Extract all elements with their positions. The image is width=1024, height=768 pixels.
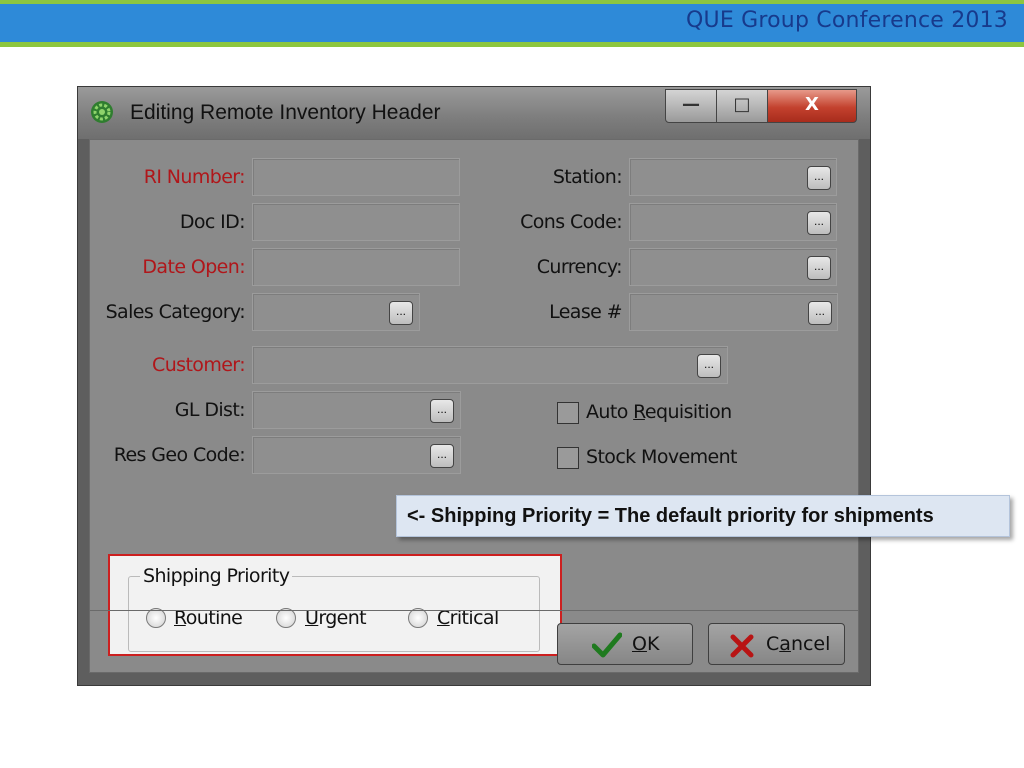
window-buttons: — □ X <box>665 89 857 125</box>
currency-field[interactable] <box>629 248 837 286</box>
stock-movement-checkbox[interactable] <box>557 447 579 469</box>
gl-dist-lookup-button[interactable]: ... <box>430 399 454 423</box>
auto-requisition-checkbox[interactable] <box>557 402 579 424</box>
ok-accelerator: O <box>632 633 647 655</box>
header-stripe-bottom <box>0 42 1024 47</box>
gl-dist-label: GL Dist: <box>174 399 246 421</box>
ri-number-label: RI Number: <box>143 166 246 188</box>
cancel-button[interactable]: Cancel <box>708 623 845 665</box>
lease-lookup-button[interactable]: ... <box>808 301 832 325</box>
station-lookup-button[interactable]: ... <box>807 166 831 190</box>
ri-number-field[interactable] <box>252 158 460 196</box>
stock-movement-label[interactable]: Stock Movement <box>586 446 737 468</box>
res-geo-code-lookup-button[interactable]: ... <box>430 444 454 468</box>
dialog-button-bar: OK Cancel <box>90 610 858 673</box>
auto-requisition-label-text-post: equisition <box>644 401 732 423</box>
cancel-x-icon <box>730 634 754 658</box>
customer-lookup-button[interactable]: ... <box>697 354 721 378</box>
cons-code-label: Cons Code: <box>520 211 623 233</box>
sales-category-label: Sales Category: <box>105 301 246 323</box>
cancel-button-label: Cancel <box>766 633 830 655</box>
cons-code-field[interactable] <box>629 203 837 241</box>
ok-button-label: OK <box>632 633 659 655</box>
cancel-accelerator: a <box>779 633 791 655</box>
date-open-field[interactable] <box>252 248 460 286</box>
cancel-label-pre: C <box>766 633 780 655</box>
slide-header: QUE Group Conference 2013 <box>0 0 1024 48</box>
close-icon: X <box>805 94 819 115</box>
shipping-priority-callout: <- Shipping Priority = The default prior… <box>396 495 1010 537</box>
dialog-title: Editing Remote Inventory Header <box>130 101 441 124</box>
gear-icon <box>91 101 113 123</box>
station-field[interactable] <box>629 158 837 196</box>
cancel-label-post: ncel <box>790 633 831 655</box>
customer-label: Customer: <box>152 354 246 376</box>
dialog-titlebar[interactable]: Editing Remote Inventory Header — □ X <box>78 87 870 139</box>
doc-id-label: Doc ID: <box>179 211 246 233</box>
callout-text: <- Shipping Priority = The default prior… <box>407 505 934 527</box>
maximize-button[interactable]: □ <box>716 89 768 123</box>
station-label: Station: <box>552 166 623 188</box>
dialog-client-area: RI Number: Doc ID: Date Open: Sales Cate… <box>89 139 859 673</box>
date-open-label: Date Open: <box>142 256 245 278</box>
remote-inventory-dialog: Editing Remote Inventory Header — □ X RI… <box>77 86 871 686</box>
auto-requisition-label-text-pre: Auto <box>586 401 634 423</box>
lease-field[interactable] <box>629 293 838 331</box>
ok-button[interactable]: OK <box>557 623 693 665</box>
shipping-priority-legend: Shipping Priority <box>140 565 293 587</box>
lease-label: Lease # <box>549 301 623 323</box>
customer-field[interactable] <box>252 346 728 384</box>
doc-id-field[interactable] <box>252 203 460 241</box>
minimize-button[interactable]: — <box>665 89 717 123</box>
slide-title: QUE Group Conference 2013 <box>686 8 1008 33</box>
minimize-icon: — <box>682 94 700 115</box>
checkmark-icon <box>592 632 622 658</box>
currency-lookup-button[interactable]: ... <box>807 256 831 280</box>
auto-requisition-label[interactable]: Auto Requisition <box>586 401 732 423</box>
currency-label: Currency: <box>536 256 623 278</box>
ok-label-text: K <box>646 633 660 655</box>
auto-requisition-accelerator: R <box>633 401 645 423</box>
maximize-icon: □ <box>733 94 751 115</box>
cons-code-lookup-button[interactable]: ... <box>807 211 831 235</box>
sales-category-lookup-button[interactable]: ... <box>389 301 413 325</box>
res-geo-code-label: Res Geo Code: <box>113 444 246 466</box>
close-button[interactable]: X <box>767 89 857 123</box>
